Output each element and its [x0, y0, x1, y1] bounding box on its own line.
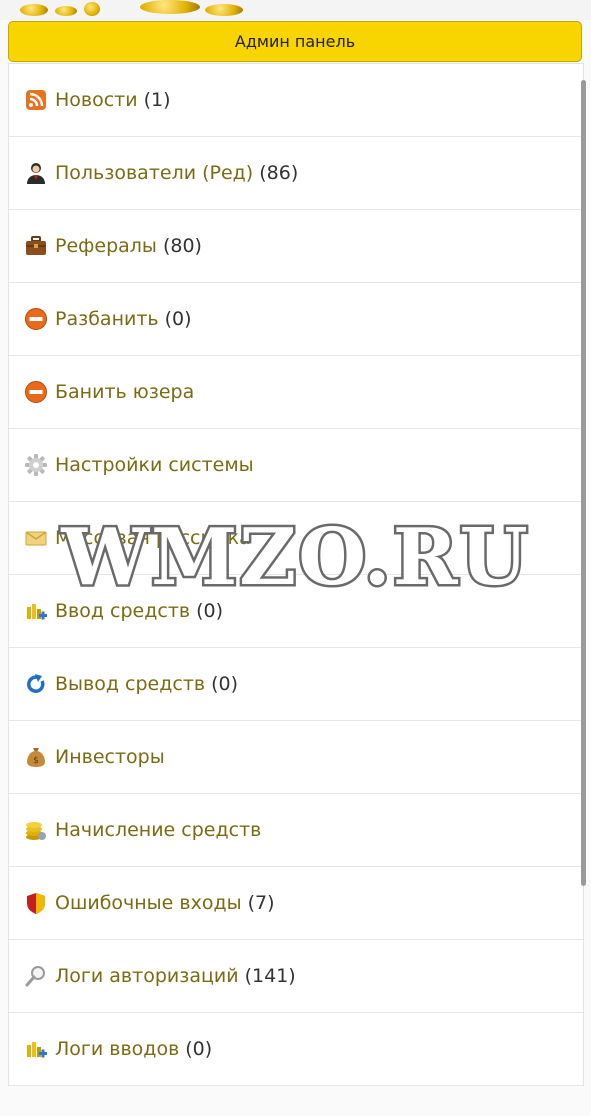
rss-icon	[24, 88, 48, 112]
menu-item-label: Вывод средств	[55, 673, 206, 695]
refresh-icon	[24, 672, 48, 696]
menu-item-label: Начисление средств	[55, 819, 262, 841]
menu-item-deposit[interactable]: Ввод средств (0)	[9, 575, 583, 648]
menu-item-label: Логи авторизаций	[55, 965, 239, 987]
menu-item-count: (1)	[143, 89, 171, 111]
menu-item-count: (86)	[259, 162, 299, 184]
ban-icon	[24, 380, 48, 404]
menu-item-withdrawal[interactable]: Вывод средств (0)	[9, 648, 583, 721]
menu-item-label: Массовая рассылка	[55, 527, 251, 549]
gear-icon	[24, 453, 48, 477]
menu-item-label: Настройки системы	[55, 454, 254, 476]
money-bag-icon: $	[24, 745, 48, 769]
coins-icon	[24, 818, 48, 842]
menu-item-ban-user[interactable]: Банить юзера	[9, 356, 583, 429]
admin-panel-button[interactable]: Админ панель	[8, 21, 582, 62]
header-banner	[0, 0, 591, 20]
deposit-icon	[24, 1037, 48, 1061]
menu-item-label: Рефералы	[55, 235, 157, 257]
shield-icon	[24, 891, 48, 915]
menu-item-count: (0)	[196, 600, 223, 622]
menu-item-label: Банить юзера	[55, 381, 195, 403]
menu-item-label: Инвесторы	[55, 746, 165, 768]
menu-item-auth-logs[interactable]: Логи авторизаций (141)	[9, 940, 583, 1013]
menu-item-mass-mailing[interactable]: Массовая рассылка	[9, 502, 583, 575]
menu-item-system-settings[interactable]: Настройки системы	[9, 429, 583, 502]
menu-item-referrals[interactable]: Рефералы (80)	[9, 210, 583, 283]
coin-decoration	[84, 2, 100, 16]
briefcase-icon	[24, 234, 48, 258]
menu-item-accrual[interactable]: Начисление средств	[9, 794, 583, 867]
menu-item-deposit-logs[interactable]: Логи вводов (0)	[9, 1013, 583, 1086]
menu-item-count: (141)	[244, 965, 296, 987]
coin-decoration	[20, 4, 48, 16]
menu-item-failed-logins[interactable]: Ошибочные входы (7)	[9, 867, 583, 940]
menu-item-count: (80)	[162, 235, 202, 257]
menu-item-count: (0)	[185, 1038, 213, 1060]
menu-item-count: (0)	[164, 308, 192, 330]
menu-item-users[interactable]: Пользователи (Ред) (86)	[9, 137, 583, 210]
scrollbar[interactable]	[581, 80, 586, 886]
menu-item-label: Ввод средств	[55, 600, 191, 622]
menu-item-label: Логи вводов	[55, 1038, 180, 1060]
unban-icon	[24, 307, 48, 331]
magnifier-icon	[24, 964, 48, 988]
envelope-icon	[24, 526, 48, 550]
user-icon	[24, 161, 48, 185]
menu-item-count: (7)	[247, 892, 275, 914]
svg-text:$: $	[33, 756, 39, 766]
coin-decoration	[140, 0, 200, 14]
menu-item-count: (0)	[211, 673, 239, 695]
menu-item-investors[interactable]: $ Инвесторы	[9, 721, 583, 794]
menu-item-unban[interactable]: Разбанить (0)	[9, 283, 583, 356]
menu-item-label: Разбанить	[55, 308, 159, 330]
coin-decoration	[205, 4, 243, 16]
admin-panel-title: Админ панель	[234, 32, 356, 51]
menu-item-label: Пользователи (Ред)	[55, 162, 254, 184]
menu-item-news[interactable]: Новости (1)	[9, 64, 583, 137]
coin-decoration	[55, 6, 77, 16]
admin-menu: Новости (1) Пользователи (Ред) (86) Рефе…	[8, 63, 584, 1086]
menu-item-label: Ошибочные входы	[55, 892, 242, 914]
deposit-icon	[24, 599, 48, 623]
menu-item-label: Новости	[55, 89, 138, 111]
